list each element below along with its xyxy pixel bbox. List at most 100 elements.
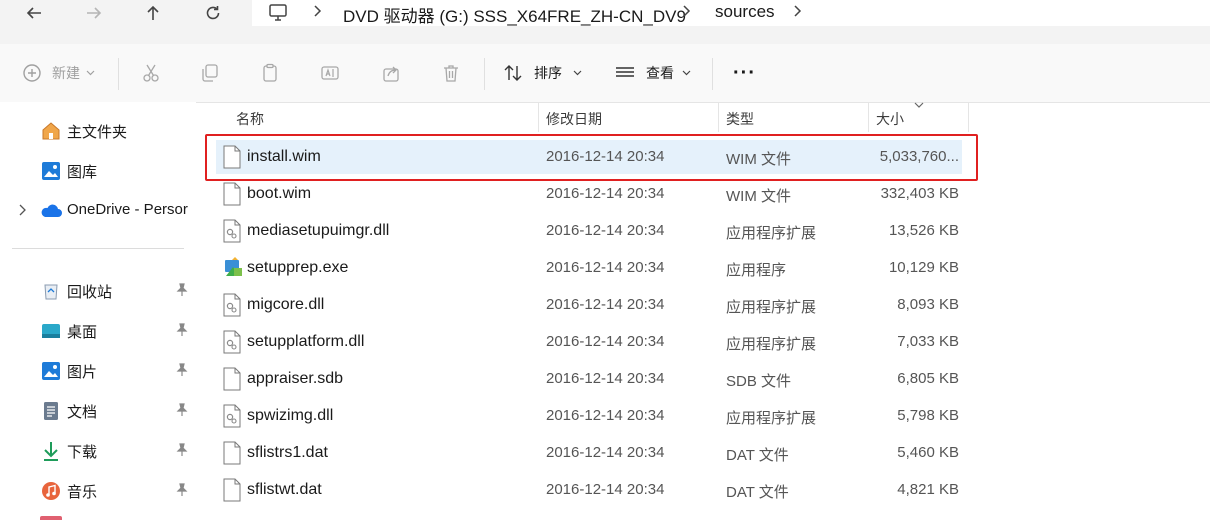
- sidebar-item-label: 桌面: [67, 324, 98, 341]
- sidebar-item-label: 图片: [67, 364, 98, 381]
- back-button[interactable]: [14, 0, 54, 26]
- sidebar-item-onedrive[interactable]: OneDrive - Persor: [0, 192, 196, 228]
- sidebar-item-gallery[interactable]: 图库: [0, 152, 196, 188]
- file-type: 应用程序扩展: [726, 225, 817, 242]
- chevron-down-icon: [573, 70, 582, 76]
- pin-icon[interactable]: [175, 483, 189, 497]
- file-size: 8,093 KB: [897, 296, 959, 313]
- file-row[interactable]: spwizimg.dll 2016-12-14 20:34 应用程序扩展 5,798 …: [216, 399, 962, 433]
- chevron-down-icon: [86, 70, 95, 76]
- new-button[interactable]: 新建: [22, 44, 95, 102]
- file-row[interactable]: sflistrs1.dat 2016-12-14 20:34 DAT 文件 5,460…: [216, 436, 962, 470]
- cut-button[interactable]: [141, 44, 161, 102]
- breadcrumb[interactable]: DVD 驱动器 (G:) SSS_X64FRE_ZH-CN_DV9 source…: [252, 0, 1210, 26]
- share-button[interactable]: [381, 44, 401, 102]
- document-icon: [222, 182, 242, 211]
- sidebar-item-label: 图库: [67, 164, 98, 181]
- file-name: boot.wim: [247, 185, 312, 202]
- command-bar: 新建 排序 查看 ···: [0, 44, 1210, 103]
- document-icon: [222, 441, 242, 470]
- pin-icon[interactable]: [175, 283, 189, 297]
- breadcrumb-sources[interactable]: sources: [715, 2, 775, 22]
- file-type: WIM 文件: [726, 188, 791, 205]
- sidebar-item-home[interactable]: 主文件夹: [0, 112, 196, 148]
- document-icon: [222, 367, 242, 396]
- file-row[interactable]: setupprep.exe 2016-12-14 20:34 应用程序 10,129 …: [216, 251, 962, 285]
- file-row[interactable]: migcore.dll 2016-12-14 20:34 应用程序扩展 8,093 K…: [216, 288, 962, 322]
- file-type: DAT 文件: [726, 447, 789, 464]
- file-size: 5,460 KB: [897, 444, 959, 461]
- clipboard-icon: [263, 63, 277, 82]
- sidebar-item-desktop[interactable]: 桌面: [0, 312, 196, 348]
- file-row[interactable]: boot.wim 2016-12-14 20:34 WIM 文件 332,403 KB: [216, 177, 962, 211]
- file-row[interactable]: sflistwt.dat 2016-12-14 20:34 DAT 文件 4,821 …: [216, 473, 962, 507]
- file-size: 6,805 KB: [897, 370, 959, 387]
- paste-button[interactable]: [260, 44, 280, 102]
- file-size: 332,403 KB: [880, 185, 959, 202]
- more-label: ···: [733, 61, 756, 84]
- up-button[interactable]: [133, 0, 173, 26]
- delete-button[interactable]: [441, 44, 461, 102]
- rename-icon: [321, 66, 339, 80]
- sidebar-item-documents[interactable]: 文档: [0, 392, 196, 428]
- file-name: appraiser.sdb: [247, 370, 344, 387]
- column-header-size[interactable]: 大小: [876, 109, 904, 129]
- chevron-right-icon: [683, 5, 691, 17]
- chevron-right-icon: [19, 204, 26, 216]
- sidebar-item-label: 文档: [67, 404, 98, 421]
- chevron-right-icon: [314, 5, 322, 17]
- refresh-icon: [206, 6, 220, 20]
- forward-button[interactable]: [74, 0, 114, 26]
- arrow-left-icon: [26, 7, 41, 19]
- sidebar-item-pictures[interactable]: 图片: [0, 352, 196, 388]
- file-row[interactable]: setupplatform.dll 2016-12-14 20:34 应用程序扩展 7…: [216, 325, 962, 359]
- sidebar-item-label: 主文件夹: [67, 124, 128, 141]
- pin-icon[interactable]: [175, 403, 189, 417]
- sidebar-item-label: OneDrive - Persor: [67, 201, 188, 218]
- sidebar-item-recycle-bin[interactable]: 回收站: [0, 272, 196, 308]
- pin-icon[interactable]: [175, 363, 189, 377]
- breadcrumb-drive[interactable]: DVD 驱动器 (G:) SSS_X64FRE_ZH-CN_DV9: [343, 2, 686, 27]
- dll-icon: [222, 293, 242, 322]
- copy-button[interactable]: [200, 44, 220, 102]
- rename-button[interactable]: [320, 44, 340, 102]
- sidebar-item-label: 回收站: [67, 284, 113, 301]
- pin-icon[interactable]: [175, 443, 189, 457]
- dll-icon: [222, 330, 242, 359]
- file-name: mediasetupuimgr.dll: [247, 222, 390, 239]
- cloud-icon: [41, 204, 62, 217]
- sidebar-item-downloads[interactable]: 下载: [0, 432, 196, 468]
- file-row[interactable]: mediasetupuimgr.dll 2016-12-14 20:34 应用程序扩…: [216, 214, 962, 248]
- file-type: 应用程序扩展: [726, 410, 817, 427]
- column-header-date[interactable]: 修改日期: [546, 109, 602, 129]
- chevron-right-icon: [794, 5, 802, 17]
- file-size: 4,821 KB: [897, 481, 959, 498]
- refresh-button[interactable]: [193, 0, 233, 26]
- sort-icon: [504, 65, 522, 81]
- desktop-icon: [42, 324, 60, 338]
- file-row[interactable]: appraiser.sdb 2016-12-14 20:34 SDB 文件 6,805…: [216, 362, 962, 396]
- address-bar: DVD 驱动器 (G:) SSS_X64FRE_ZH-CN_DV9 source…: [0, 0, 1210, 44]
- sort-button[interactable]: 排序: [503, 44, 582, 102]
- sidebar-item-label: 音乐: [67, 484, 98, 501]
- documents-icon: [44, 402, 58, 420]
- column-header-name[interactable]: 名称: [236, 109, 264, 129]
- sort-descending-icon: [914, 102, 924, 108]
- pin-icon[interactable]: [175, 323, 189, 337]
- selection-highlight-box: [205, 134, 978, 181]
- exe-icon: [222, 256, 244, 285]
- dll-icon: [222, 404, 242, 433]
- document-icon: [222, 478, 242, 507]
- sidebar-next-item-icon: [40, 516, 62, 520]
- gallery-icon: [42, 162, 60, 180]
- file-name: setupprep.exe: [247, 259, 349, 276]
- trash-icon: [444, 65, 458, 82]
- pictures-icon: [42, 362, 60, 380]
- file-date: 2016-12-14 20:34: [546, 259, 665, 276]
- file-size: 5,798 KB: [897, 407, 959, 424]
- view-button[interactable]: 查看: [615, 44, 691, 102]
- column-header-type[interactable]: 类型: [726, 109, 754, 129]
- file-name: spwizimg.dll: [247, 407, 334, 424]
- more-options-button[interactable]: ···: [733, 44, 756, 102]
- sidebar-item-music[interactable]: 音乐: [0, 472, 196, 508]
